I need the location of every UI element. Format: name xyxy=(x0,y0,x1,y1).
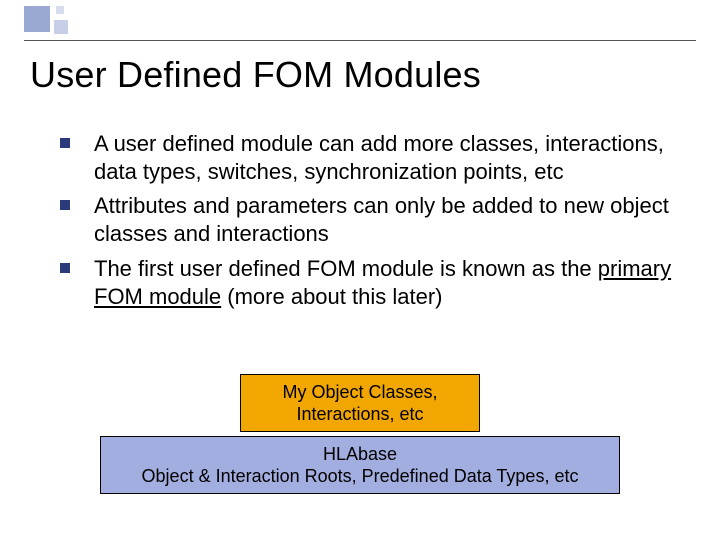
list-item: The first user defined FOM module is kno… xyxy=(60,255,680,311)
bullet-list: A user defined module can add more class… xyxy=(60,130,680,317)
bullet-icon xyxy=(60,138,70,148)
box-hlabase-line1: HLAbase xyxy=(101,443,619,466)
bullet-text: The first user defined FOM module is kno… xyxy=(94,255,680,311)
bullet-icon xyxy=(60,200,70,210)
box-user-module-line1: My Object Classes, xyxy=(241,381,479,404)
slide: User Defined FOM Modules A user defined … xyxy=(0,0,720,540)
box-hlabase-line2: Object & Interaction Roots, Predefined D… xyxy=(101,465,619,488)
bullet-icon xyxy=(60,263,70,273)
box-user-module: My Object Classes, Interactions, etc xyxy=(240,374,480,432)
header-rule xyxy=(24,40,696,41)
box-user-module-line2: Interactions, etc xyxy=(241,403,479,426)
bullet-text-post: (more about this later) xyxy=(221,284,442,309)
slide-title: User Defined FOM Modules xyxy=(30,54,690,96)
diagram-stack: My Object Classes, Interactions, etc HLA… xyxy=(0,374,720,494)
corner-square-large xyxy=(24,6,50,32)
box-hlabase: HLAbase Object & Interaction Roots, Pred… xyxy=(100,436,620,494)
bullet-text: A user defined module can add more class… xyxy=(94,130,680,186)
corner-square-medium xyxy=(54,20,68,34)
bullet-text-pre: The first user defined FOM module is kno… xyxy=(94,256,598,281)
bullet-text: Attributes and parameters can only be ad… xyxy=(94,192,680,248)
list-item: A user defined module can add more class… xyxy=(60,130,680,186)
list-item: Attributes and parameters can only be ad… xyxy=(60,192,680,248)
corner-decoration xyxy=(0,0,120,40)
corner-square-small xyxy=(56,6,64,14)
